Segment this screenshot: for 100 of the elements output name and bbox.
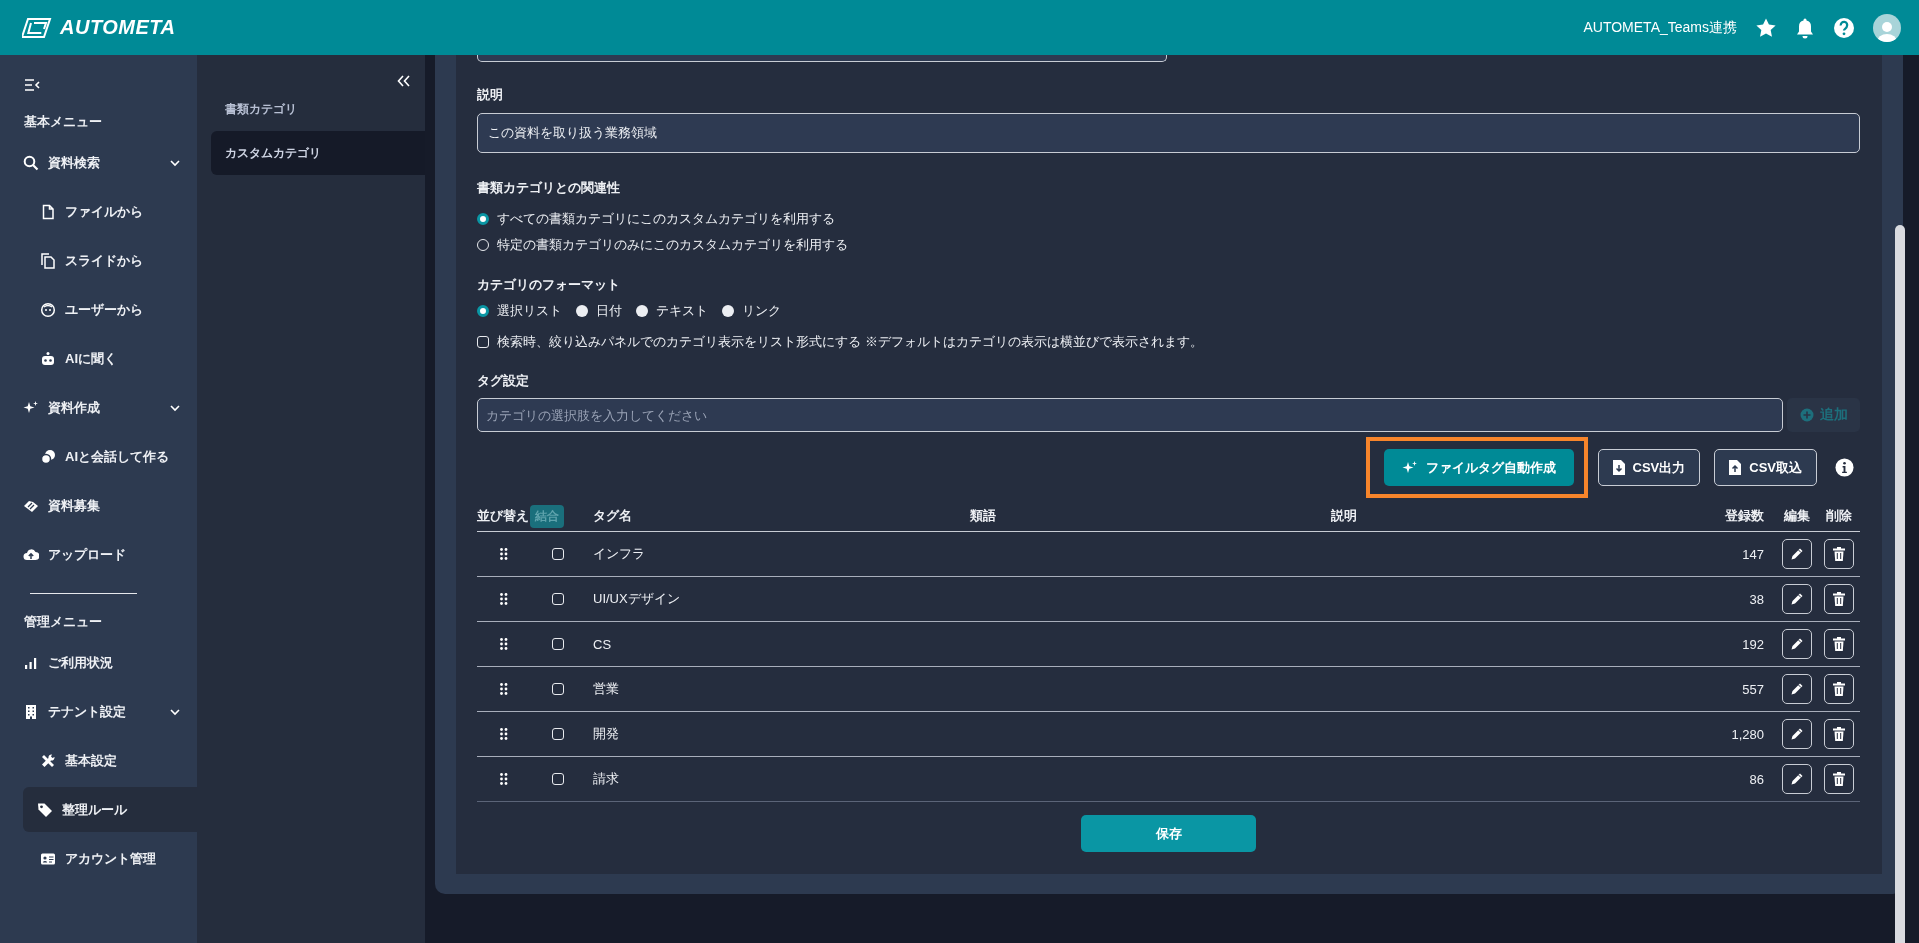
- tenant-name: AUTOMETA_Teams連携: [1583, 18, 1737, 37]
- tag-icon: [37, 801, 53, 818]
- pencil-icon: [1790, 772, 1804, 786]
- drag-handle-icon[interactable]: [499, 593, 508, 605]
- sidebar-item[interactable]: 基本設定: [0, 736, 197, 785]
- tag-name: CS: [592, 636, 613, 652]
- sidebar-item[interactable]: AIに聞く: [0, 334, 197, 383]
- radio-option[interactable]: 日付: [576, 302, 622, 320]
- registration-count: 38: [1748, 591, 1765, 607]
- robot-icon: [40, 350, 56, 367]
- row-checkbox[interactable]: [551, 683, 564, 695]
- double-chevron-left-icon[interactable]: [397, 75, 411, 87]
- field-label: 説明: [477, 86, 504, 104]
- edit-button[interactable]: [1782, 764, 1812, 794]
- sub-navigation-item[interactable]: カスタムカテゴリ: [211, 131, 425, 175]
- radio-option[interactable]: リンク: [722, 302, 781, 320]
- registration-count: 1,280: [1730, 726, 1765, 742]
- radio-option[interactable]: 特定の書類カテゴリのみにこのカスタムカテゴリを利用する: [477, 236, 1860, 254]
- delete-button[interactable]: [1824, 584, 1854, 614]
- delete-button[interactable]: [1824, 539, 1854, 569]
- tag-input-field[interactable]: カテゴリの選択肢を入力してください: [477, 398, 1783, 432]
- trash-icon: [1833, 592, 1845, 606]
- tag-name: UI/UXデザイン: [592, 590, 681, 608]
- sidebar-item[interactable]: 資料作成: [0, 383, 197, 432]
- import-button[interactable]: CSV取込: [1714, 449, 1817, 486]
- radio-button[interactable]: [722, 305, 734, 317]
- sidebar-item[interactable]: ユーザーから: [0, 285, 197, 334]
- registration-count: 147: [1741, 546, 1765, 562]
- radio-label: リンク: [742, 302, 781, 320]
- row-checkbox[interactable]: [551, 773, 564, 785]
- delete-button[interactable]: [1824, 674, 1854, 704]
- auto-create-button[interactable]: ファイルタグ自動作成: [1383, 449, 1574, 486]
- file-download-icon: [1612, 460, 1625, 475]
- save-button[interactable]: 保存: [1081, 815, 1256, 852]
- tag-name: 請求: [592, 770, 620, 788]
- edit-button[interactable]: [1782, 539, 1812, 569]
- radio-button[interactable]: [477, 305, 489, 317]
- drag-handle-icon[interactable]: [499, 728, 508, 740]
- chat-icon: [40, 448, 56, 465]
- sidebar-item[interactable]: 資料募集: [0, 481, 197, 530]
- pencil-icon: [1790, 727, 1804, 741]
- column-header: 説明: [1329, 507, 1358, 525]
- edit-button[interactable]: [1782, 719, 1812, 749]
- pencil-icon: [1790, 547, 1804, 561]
- pencil-icon: [1790, 682, 1804, 696]
- avatar[interactable]: [1873, 13, 1901, 42]
- sidebar-item[interactable]: スライドから: [0, 236, 197, 285]
- logo-text[interactable]: AUTOMETA: [60, 16, 176, 39]
- radio-option[interactable]: 選択リスト: [477, 302, 562, 320]
- logo-icon[interactable]: [22, 16, 52, 39]
- radio-button[interactable]: [477, 213, 489, 225]
- row-checkbox[interactable]: [551, 638, 564, 650]
- sidebar-item[interactable]: AIと会話して作る: [0, 432, 197, 481]
- input-field[interactable]: [477, 55, 1167, 62]
- drag-handle-icon[interactable]: [499, 548, 508, 560]
- row-checkbox[interactable]: [551, 593, 564, 605]
- sidebar-item[interactable]: ご利用状況: [0, 638, 197, 687]
- description-field[interactable]: この資料を取り扱う業務領域: [477, 113, 1860, 153]
- radio-option[interactable]: テキスト: [636, 302, 708, 320]
- column-header: 類語: [969, 507, 998, 525]
- sidebar-item[interactable]: 資料検索: [0, 138, 197, 187]
- sidebar-item[interactable]: テナント設定: [0, 687, 197, 736]
- drag-handle-icon[interactable]: [499, 638, 508, 650]
- info-icon[interactable]: [1835, 458, 1854, 477]
- scrollbar[interactable]: [1895, 225, 1905, 943]
- tag-name: インフラ: [592, 545, 646, 563]
- export-button[interactable]: CSV出力: [1597, 449, 1701, 486]
- sidebar-item[interactable]: アップロード: [0, 530, 197, 579]
- pencil-icon: [1790, 637, 1804, 651]
- radio-button[interactable]: [576, 305, 588, 317]
- edit-button[interactable]: [1782, 629, 1812, 659]
- star-icon[interactable]: [1755, 16, 1777, 39]
- help-icon[interactable]: [1833, 16, 1855, 39]
- registration-count: 557: [1741, 681, 1765, 697]
- column-header: 削除: [1825, 507, 1853, 525]
- row-checkbox[interactable]: [551, 548, 564, 560]
- bell-icon[interactable]: [1795, 16, 1815, 39]
- menu-collapse-icon[interactable]: [24, 78, 40, 92]
- sidebar-item[interactable]: ファイルから: [0, 187, 197, 236]
- tools-icon: [40, 752, 56, 769]
- user-silhouette-icon: [1877, 19, 1897, 42]
- sub-navigation-item[interactable]: 書類カテゴリ: [211, 87, 425, 131]
- sidebar-item[interactable]: アカウント管理: [0, 834, 197, 883]
- sidebar-item[interactable]: 整理ルール: [23, 787, 197, 832]
- drag-handle-icon[interactable]: [499, 773, 508, 785]
- section-label: タグ設定: [477, 372, 530, 390]
- row-checkbox[interactable]: [551, 728, 564, 740]
- menu-section-title: 管理メニュー: [23, 613, 103, 631]
- radio-option[interactable]: すべての書類カテゴリにこのカスタムカテゴリを利用する: [477, 210, 1860, 228]
- delete-button[interactable]: [1824, 719, 1854, 749]
- trash-icon: [1833, 547, 1845, 561]
- drag-handle-icon[interactable]: [499, 683, 508, 695]
- delete-button[interactable]: [1824, 764, 1854, 794]
- radio-button[interactable]: [636, 305, 648, 317]
- checkbox[interactable]: [477, 336, 489, 348]
- edit-button[interactable]: [1782, 674, 1812, 704]
- building-icon: [23, 703, 39, 720]
- edit-button[interactable]: [1782, 584, 1812, 614]
- delete-button[interactable]: [1824, 629, 1854, 659]
- file-upload-icon: [1729, 460, 1742, 475]
